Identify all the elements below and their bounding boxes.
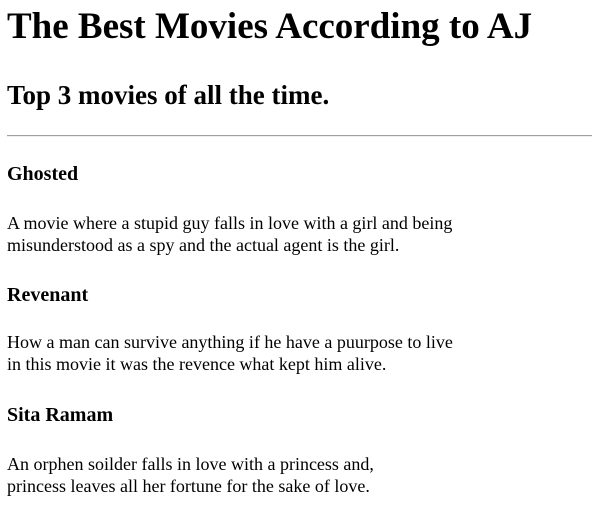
movie-description-revenant: How a man can survive anything if he hav… [7,331,453,375]
movie-title-sita-ramam: Sita Ramam [7,404,114,426]
page-title: The Best Movies According to AJ [7,6,533,47]
description-line: How a man can survive anything if he hav… [7,332,453,352]
movie-description-ghosted: A movie where a stupid guy falls in love… [7,212,452,256]
page-subtitle: Top 3 movies of all the time. [7,80,330,110]
movie-title-ghosted: Ghosted [7,163,79,185]
description-line: misunderstood as a spy and the actual ag… [7,235,400,255]
movie-title-revenant: Revenant [7,284,89,306]
horizontal-divider [7,135,592,137]
movie-description-sita-ramam: An orphen soilder falls in love with a p… [7,453,374,497]
description-line: A movie where a stupid guy falls in love… [7,213,453,233]
description-line: in this movie it was the revence what ke… [7,354,387,374]
description-line: An orphen soilder falls in love with a p… [7,454,374,474]
description-line: princess leaves all her fortune for the … [7,476,370,496]
